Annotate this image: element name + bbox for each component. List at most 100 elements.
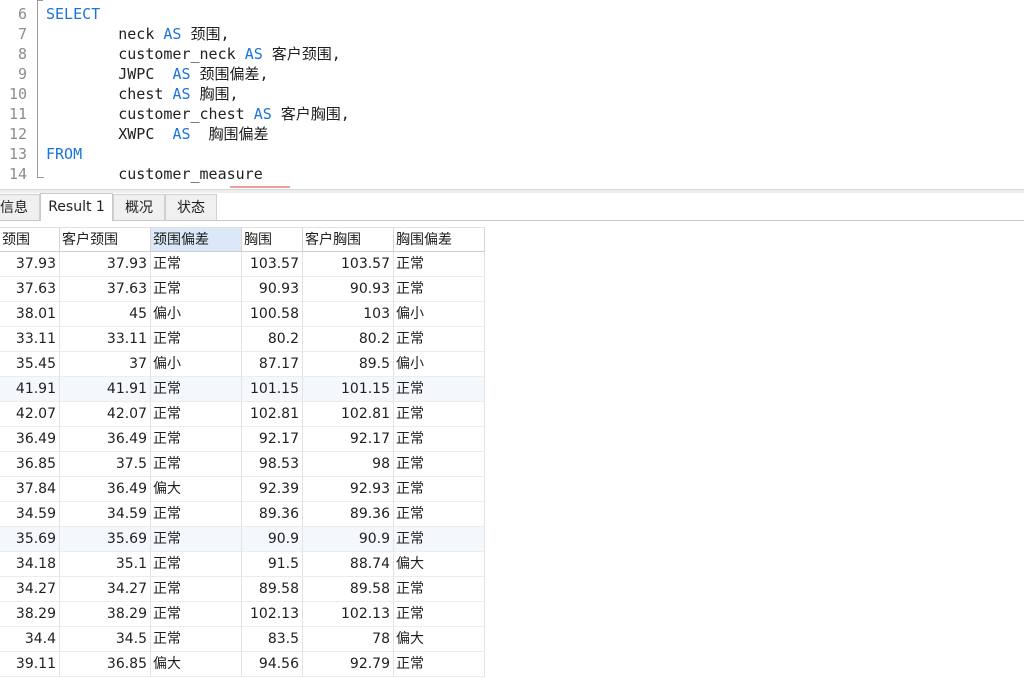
table-cell[interactable]: 37.93 [60,252,151,277]
table-cell[interactable]: 37.93 [0,252,60,277]
table-cell[interactable]: 36.85 [60,652,151,677]
table-cell[interactable]: 34.27 [60,577,151,602]
code-line[interactable]: 8 customer_neck AS 客户颈围, [0,44,1024,64]
table-row[interactable]: 33.11 33.11 正常 80.2 80.2 正常 [0,327,485,352]
table-cell[interactable]: 90.9 [303,527,394,552]
table-cell[interactable]: 92.39 [242,477,303,502]
table-cell[interactable]: 35.45 [0,352,60,377]
table-cell[interactable]: 34.18 [0,552,60,577]
table-cell[interactable]: 偏大 [151,477,242,502]
tab-result-1[interactable]: Result 1 [40,193,113,221]
table-cell[interactable]: 92.93 [303,477,394,502]
table-cell[interactable]: 正常 [394,652,485,677]
column-header-chest[interactable]: 胸围 [242,227,303,252]
table-cell[interactable]: 正常 [151,452,242,477]
table-cell[interactable]: 正常 [151,402,242,427]
table-row[interactable]: 36.85 37.5 正常 98.53 98 正常 [0,452,485,477]
table-cell[interactable]: 正常 [394,452,485,477]
table-cell[interactable]: 42.07 [0,402,60,427]
table-cell[interactable]: 正常 [394,277,485,302]
table-cell[interactable]: 90.93 [303,277,394,302]
code-line[interactable]: 9 JWPC AS 颈围偏差, [0,64,1024,84]
table-row[interactable]: 34.59 34.59 正常 89.36 89.36 正常 [0,502,485,527]
column-header-neck[interactable]: 颈围 [0,227,60,252]
column-header-customer-neck[interactable]: 客户颈围 [60,227,151,252]
table-cell[interactable]: 35.69 [0,527,60,552]
table-cell[interactable]: 正常 [394,502,485,527]
code-line[interactable]: 13 FROM [0,144,1024,164]
table-cell[interactable]: 42.07 [60,402,151,427]
tab-status[interactable]: 状态 [165,194,217,220]
table-row[interactable]: 38.01 45 偏小 100.58 103 偏小 [0,302,485,327]
column-header-customer-chest[interactable]: 客户胸围 [303,227,394,252]
table-row[interactable]: 41.91 41.91 正常 101.15 101.15 正常 [0,377,485,402]
table-cell[interactable]: 87.17 [242,352,303,377]
table-cell[interactable]: 101.15 [242,377,303,402]
table-cell[interactable]: 34.59 [60,502,151,527]
table-cell[interactable]: 89.5 [303,352,394,377]
table-row[interactable]: 38.29 38.29 正常 102.13 102.13 正常 [0,602,485,627]
table-cell[interactable]: 103.57 [303,252,394,277]
sql-editor[interactable]: 6 SELECT 7 neck AS 颈围, 8 customer_neck AS 客… [0,0,1024,189]
table-cell[interactable]: 39.11 [0,652,60,677]
table-cell[interactable]: 92.17 [242,427,303,452]
table-cell[interactable]: 45 [60,302,151,327]
table-cell[interactable]: 37.63 [60,277,151,302]
column-header-chest-deviation[interactable]: 胸围偏差 [394,227,485,252]
table-cell[interactable]: 偏小 [394,352,485,377]
table-cell[interactable]: 33.11 [0,327,60,352]
code-line[interactable]: 10 chest AS 胸围, [0,84,1024,104]
table-cell[interactable]: 正常 [394,402,485,427]
table-cell[interactable]: 偏小 [151,352,242,377]
code-line[interactable]: 7 neck AS 颈围, [0,24,1024,44]
table-cell[interactable]: 35.1 [60,552,151,577]
table-cell[interactable]: 102.13 [303,602,394,627]
table-cell[interactable]: 偏小 [394,302,485,327]
table-cell[interactable]: 41.91 [0,377,60,402]
table-cell[interactable]: 正常 [151,427,242,452]
table-cell[interactable]: 正常 [151,502,242,527]
code-line[interactable]: 11 customer_chest AS 客户胸围, [0,104,1024,124]
table-cell[interactable]: 89.36 [242,502,303,527]
table-cell[interactable]: 92.79 [303,652,394,677]
table-cell[interactable]: 正常 [151,552,242,577]
table-cell[interactable]: 正常 [394,377,485,402]
table-cell[interactable]: 正常 [151,327,242,352]
table-cell[interactable]: 94.56 [242,652,303,677]
code-line[interactable]: 12 XWPC AS 胸围偏差 [0,124,1024,144]
table-cell[interactable]: 98.53 [242,452,303,477]
table-cell[interactable]: 正常 [151,377,242,402]
table-cell[interactable]: 89.36 [303,502,394,527]
table-row[interactable]: 42.07 42.07 正常 102.81 102.81 正常 [0,402,485,427]
table-cell[interactable]: 正常 [394,252,485,277]
table-cell[interactable]: 89.58 [303,577,394,602]
table-cell[interactable]: 102.81 [242,402,303,427]
table-cell[interactable]: 37.63 [0,277,60,302]
table-row[interactable]: 37.93 37.93 正常 103.57 103.57 正常 [0,252,485,277]
table-cell[interactable]: 88.74 [303,552,394,577]
table-cell[interactable]: 偏大 [394,627,485,652]
tab-overview[interactable]: 概况 [113,194,165,220]
table-cell[interactable]: 38.01 [0,302,60,327]
table-cell[interactable]: 33.11 [60,327,151,352]
code-line[interactable]: 6 SELECT [0,4,1024,24]
table-cell[interactable]: 34.59 [0,502,60,527]
table-cell[interactable]: 100.58 [242,302,303,327]
table-cell[interactable]: 38.29 [60,602,151,627]
table-cell[interactable]: 35.69 [60,527,151,552]
table-row[interactable]: 36.49 36.49 正常 92.17 92.17 正常 [0,427,485,452]
table-row[interactable]: 34.27 34.27 正常 89.58 89.58 正常 [0,577,485,602]
table-cell[interactable]: 正常 [151,577,242,602]
table-cell[interactable]: 102.81 [303,402,394,427]
table-cell[interactable]: 80.2 [303,327,394,352]
table-cell[interactable]: 正常 [394,477,485,502]
table-cell[interactable]: 78 [303,627,394,652]
table-cell[interactable]: 103.57 [242,252,303,277]
table-cell[interactable]: 102.13 [242,602,303,627]
table-cell[interactable]: 34.5 [60,627,151,652]
table-cell[interactable]: 36.49 [0,427,60,452]
table-cell[interactable]: 正常 [394,602,485,627]
table-cell[interactable]: 正常 [394,427,485,452]
table-cell[interactable]: 偏大 [394,552,485,577]
table-row[interactable]: 37.63 37.63 正常 90.93 90.93 正常 [0,277,485,302]
